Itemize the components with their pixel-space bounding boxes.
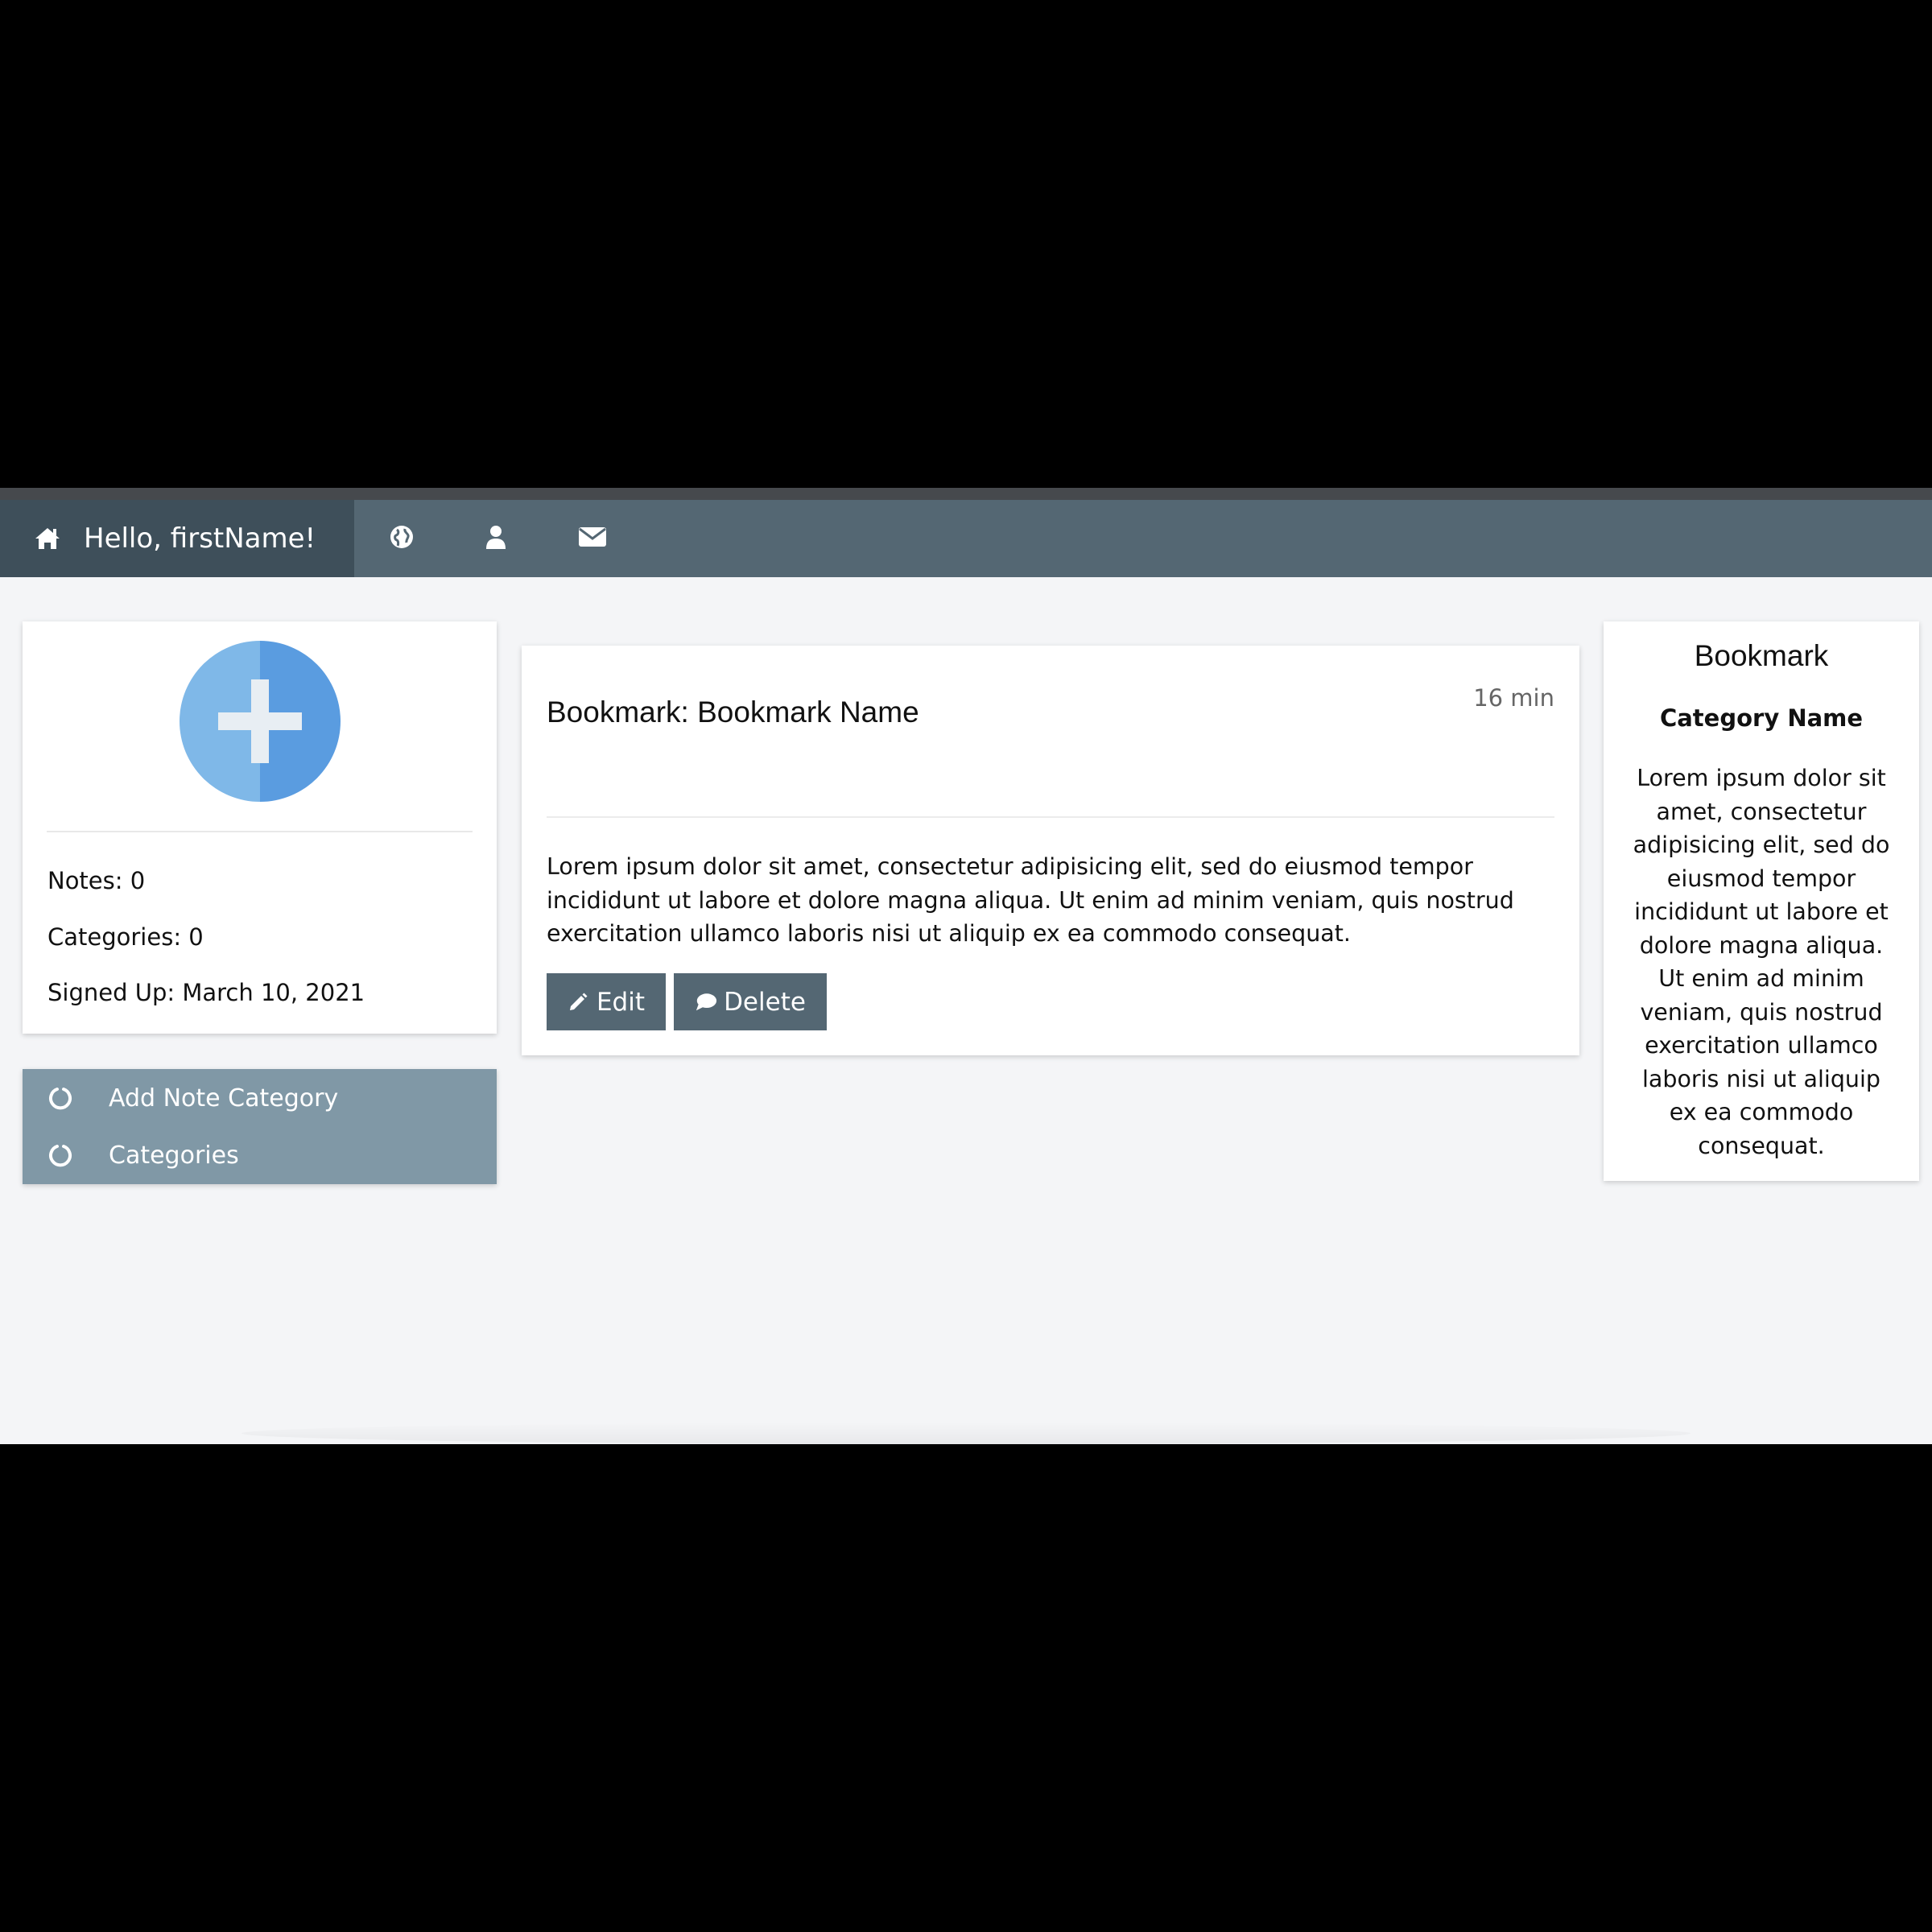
delete-button-label: Delete [724, 987, 806, 1017]
user-icon [485, 524, 507, 553]
signed-up-date: Signed Up: March 10, 2021 [47, 979, 365, 1006]
bookmark-body: Lorem ipsum dolor sit amet, consectetur … [547, 853, 1514, 947]
page-content: Notes: 0 Categories: 0 Signed Up: March … [0, 577, 1932, 1444]
detail-body: Lorem ipsum dolor sit amet, consectetur … [1633, 765, 1890, 1159]
circle-notch-icon [49, 1145, 72, 1167]
add-avatar-icon[interactable] [180, 641, 341, 802]
nav-mail-link[interactable] [560, 500, 625, 577]
bookmark-card: Bookmark: Bookmark Name 16 min Lorem ips… [522, 646, 1579, 1055]
top-navbar: Hello, firstName! [0, 500, 1932, 577]
bookmark-title: Bookmark: Bookmark Name [547, 696, 919, 729]
detail-category: Category Name [1659, 704, 1864, 732]
menu-item-label: Add Note Category [109, 1084, 339, 1113]
pencil-icon [568, 991, 590, 1013]
greeting-label: Hello, firstName! [84, 522, 316, 555]
menu-item-categories[interactable]: Categories [23, 1127, 497, 1183]
envelope-icon [578, 526, 607, 551]
globe-icon [389, 524, 415, 553]
bookmark-divider [547, 816, 1554, 818]
profile-divider [47, 831, 473, 832]
categories-count: Categories: 0 [47, 923, 204, 951]
menu-item-add-note-category[interactable]: Add Note Category [23, 1070, 497, 1126]
notes-count: Notes: 0 [47, 867, 146, 894]
menu-item-label: Categories [109, 1141, 239, 1170]
side-menu: Add Note Category Categories [23, 1069, 497, 1184]
window-top-strip [0, 488, 1932, 500]
profile-card: Notes: 0 Categories: 0 Signed Up: March … [23, 621, 497, 1034]
home-icon [34, 526, 61, 551]
bookmark-time: 16 min [1473, 684, 1554, 712]
edit-button-label: Edit [596, 987, 646, 1017]
edit-button[interactable]: Edit [547, 973, 666, 1030]
footer-shadow [242, 1422, 1690, 1444]
nav-user-link[interactable] [464, 500, 528, 577]
nav-home-link[interactable]: Hello, firstName! [0, 500, 354, 577]
delete-button[interactable]: Delete [674, 973, 827, 1030]
nav-globe-link[interactable] [369, 500, 434, 577]
bookmark-detail-card: Bookmark Category Name Lorem ipsum dolor… [1604, 621, 1919, 1181]
detail-title: Bookmark [1694, 639, 1829, 672]
circle-notch-icon [49, 1088, 72, 1110]
comment-icon [695, 991, 717, 1013]
